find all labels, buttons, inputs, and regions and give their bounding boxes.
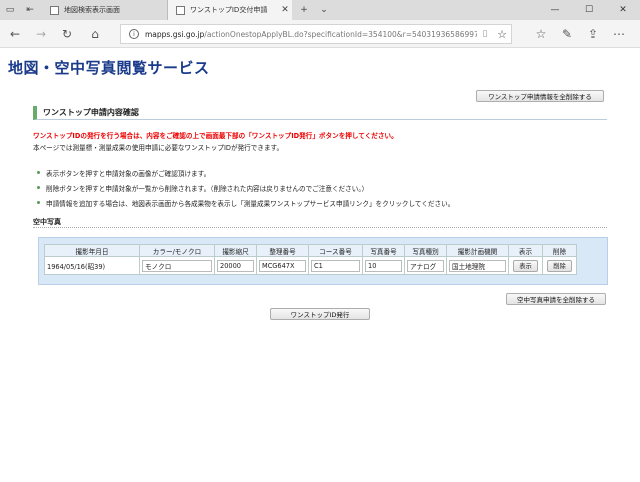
cell-text: MCG647X xyxy=(259,259,306,272)
address-bar[interactable]: i mapps.gsi.go.jp/actionOnestopApplyBL.d… xyxy=(120,24,512,44)
home-icon[interactable]: ⌂ xyxy=(84,24,106,44)
tab-title: ワンストップID交付申請 xyxy=(190,6,268,14)
site-info-icon[interactable]: i xyxy=(129,29,139,39)
column-header: 撮影縮尺 xyxy=(214,244,257,257)
cell-kind: アナログ xyxy=(404,256,447,275)
window-close-icon[interactable]: ✕ xyxy=(606,0,640,20)
warning-text: ワンストップIDの発行を行う場合は、内容をご確認の上で画面最下部の「ワンストップ… xyxy=(33,132,398,140)
tab-onestop-id[interactable]: ワンストップID交付申請 ✕ xyxy=(168,0,292,20)
tab-actions-icon[interactable]: ▭ xyxy=(0,0,20,20)
list-item: 表示ボタンを押すと申請対象の画像がご確認頂けます。 xyxy=(37,165,454,180)
back-icon[interactable]: ← xyxy=(4,24,26,44)
minimize-icon[interactable]: — xyxy=(538,0,572,20)
reading-view-icon[interactable]: ▯ xyxy=(477,29,493,39)
url-text[interactable]: mapps.gsi.go.jp/actionOnestopApplyBL.do?… xyxy=(145,30,477,39)
column-header: 表示 xyxy=(508,244,543,257)
cell-color: モノクロ xyxy=(139,256,215,275)
cell-date: 1964/05/16(昭39) xyxy=(44,256,140,275)
cell-text: 1964/05/16(昭39) xyxy=(47,262,106,271)
favorites-icon[interactable]: ☆ xyxy=(530,24,552,44)
issue-onestop-id-button[interactable]: ワンストップID発行 xyxy=(270,308,370,320)
cell-course: C1 xyxy=(308,256,363,275)
url-path: /actionOnestopApplyBL.do?specificationId… xyxy=(204,29,477,39)
column-header: カラー/モノクロ xyxy=(139,244,215,257)
description-text: 本ページでは測量標・測量成果の使用申請に必要なワンストップIDが発行できます。 xyxy=(33,144,284,152)
cell-photo-no: 10 xyxy=(362,256,405,275)
column-header: コース番号 xyxy=(308,244,363,257)
forward-icon[interactable]: → xyxy=(30,24,52,44)
column-header: 写真種別 xyxy=(404,244,447,257)
cell-text: 10 xyxy=(365,259,402,272)
cell-text: 国土地理院 xyxy=(449,259,506,272)
aerial-photo-panel: 撮影年月日 カラー/モノクロ 撮影縮尺 整理番号 コース番号 写真番号 写真種別… xyxy=(38,237,608,285)
new-tab-icon[interactable]: + xyxy=(294,0,314,20)
site-title: 地図・空中写真閲覧サービス xyxy=(8,59,210,77)
set-aside-tabs-icon[interactable]: ⇤ xyxy=(20,0,40,20)
page-icon xyxy=(176,5,185,15)
column-header: 写真番号 xyxy=(362,244,405,257)
cell-text: C1 xyxy=(311,259,360,272)
more-icon[interactable]: ⋯ xyxy=(608,24,630,44)
page-icon xyxy=(50,5,59,15)
tab-list-chevron-icon[interactable]: ⌄ xyxy=(314,0,334,20)
share-icon[interactable]: ⇪ xyxy=(582,24,604,44)
cell-text: アナログ xyxy=(407,259,444,272)
cell-delete: 削除 xyxy=(542,256,577,275)
cell-show: 表示 xyxy=(508,256,543,275)
cell-seiri: MCG647X xyxy=(256,256,309,275)
show-button[interactable]: 表示 xyxy=(513,259,538,272)
column-header: 撮影計画機関 xyxy=(446,244,509,257)
instruction-list: 表示ボタンを押すと申請対象の画像がご確認頂けます。 削除ボタンを押すと申請対象が… xyxy=(37,165,454,210)
list-item: 申請情報を追加する場合は、地図表示画面から各成果物を表示し「測量成果ワンストップ… xyxy=(37,195,454,210)
favorite-star-icon[interactable]: ☆ xyxy=(493,28,511,41)
cell-org: 国土地理院 xyxy=(446,256,509,275)
table-row: 1964/05/16(昭39) モノクロ 20000 MCG647X C1 10… xyxy=(44,256,577,275)
list-item: 削除ボタンを押すと申請対象が一覧から削除されます。（削除された内容は戻りませんの… xyxy=(37,180,454,195)
close-icon[interactable]: ✕ xyxy=(278,5,292,15)
section-title: ワンストップ申請内容確認 xyxy=(33,106,607,120)
browser-navbar: ← → ↻ ⌂ i mapps.gsi.go.jp/actionOnestopA… xyxy=(0,20,640,48)
aerial-photo-table: 撮影年月日 カラー/モノクロ 撮影縮尺 整理番号 コース番号 写真番号 写真種別… xyxy=(44,244,577,275)
refresh-icon[interactable]: ↻ xyxy=(56,24,78,44)
aerial-photo-heading: 空中写真 xyxy=(33,216,607,228)
column-header: 撮影年月日 xyxy=(44,244,140,257)
cell-scale: 20000 xyxy=(214,256,257,275)
browser-titlebar: ▭ ⇤ 地図検索表示画面 ワンストップID交付申請 ✕ + ⌄ — ☐ ✕ xyxy=(0,0,640,20)
tab-map-search[interactable]: 地図検索表示画面 xyxy=(42,0,168,20)
column-header: 整理番号 xyxy=(256,244,309,257)
tab-title: 地図検索表示画面 xyxy=(64,6,120,14)
column-header: 削除 xyxy=(542,244,577,257)
url-host: mapps.gsi.go.jp xyxy=(145,29,205,39)
page-content: 地図・空中写真閲覧サービス ワンストップ申請情報を全削除する ワンストップ申請内… xyxy=(0,49,640,482)
table-header-row: 撮影年月日 カラー/モノクロ 撮影縮尺 整理番号 コース番号 写真番号 写真種別… xyxy=(44,244,577,257)
cell-text: モノクロ xyxy=(142,259,212,272)
delete-all-photo-button[interactable]: 空中写真申請を全削除する xyxy=(506,293,606,305)
delete-button[interactable]: 削除 xyxy=(547,259,572,272)
pen-icon[interactable]: ✎ xyxy=(556,24,578,44)
cell-text: 20000 xyxy=(217,259,254,272)
maximize-icon[interactable]: ☐ xyxy=(572,0,606,20)
delete-all-apply-button[interactable]: ワンストップ申請情報を全削除する xyxy=(476,90,604,102)
